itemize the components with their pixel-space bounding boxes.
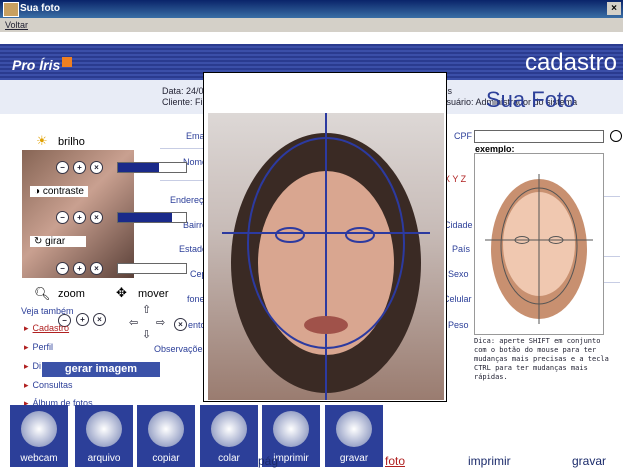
colar-label: colar bbox=[218, 453, 240, 464]
webcam-label: webcam bbox=[20, 453, 58, 464]
app-icon bbox=[3, 2, 19, 17]
arquivo-button[interactable]: arquivo bbox=[75, 405, 133, 467]
sidebar-item-consultas[interactable]: ▸ Consultas bbox=[24, 380, 73, 391]
contrast-icon: ◑ bbox=[34, 186, 41, 197]
sidebar-item-perfil[interactable]: ▸ Perfil bbox=[24, 342, 53, 353]
zoom-reset-button[interactable]: × bbox=[93, 313, 106, 326]
label-cpf: CPF bbox=[454, 131, 472, 141]
move-right-icon[interactable]: ⇨ bbox=[156, 316, 165, 329]
gravar-label: gravar bbox=[339, 453, 369, 464]
brilho-minus-button[interactable]: − bbox=[56, 161, 69, 174]
copiar-button[interactable]: copiar bbox=[137, 405, 195, 467]
label-cidade: Cidade bbox=[444, 220, 473, 230]
label-peso: Peso bbox=[448, 320, 469, 330]
floppy-disk-icon bbox=[86, 411, 122, 447]
label-pais: País bbox=[452, 244, 471, 254]
divider bbox=[604, 282, 620, 283]
arquivo-label: arquivo bbox=[87, 453, 121, 464]
colar-button[interactable]: colar bbox=[200, 405, 258, 467]
menubar: Voltar bbox=[0, 18, 623, 32]
user-photo[interactable] bbox=[208, 101, 444, 400]
webcam-icon bbox=[21, 411, 57, 447]
girar-plus-button[interactable]: + bbox=[73, 262, 86, 275]
logo: Pro Íris bbox=[12, 57, 73, 73]
menu-voltar[interactable]: Voltar bbox=[5, 20, 28, 30]
face-photo-overlay bbox=[222, 101, 430, 400]
example-photo bbox=[474, 153, 604, 335]
move-up-icon[interactable]: ⇧ bbox=[142, 303, 151, 316]
header-gap bbox=[0, 32, 623, 44]
image-preview bbox=[22, 130, 134, 278]
xyz-label: X Y Z bbox=[444, 174, 467, 184]
sidebar-item-cadastro[interactable]: ▸ Cadastro bbox=[24, 323, 69, 334]
girar-label-box: ↻ girar bbox=[30, 236, 86, 247]
paste-icon bbox=[211, 411, 247, 447]
move-down-icon[interactable]: ⇩ bbox=[142, 328, 151, 341]
dica-text: Dica: aperte SHIFT em conjunto com o bot… bbox=[474, 337, 609, 381]
brilho-reset-button[interactable]: × bbox=[90, 161, 103, 174]
copy-icon bbox=[148, 411, 184, 447]
nav-foto[interactable]: foto bbox=[385, 454, 405, 468]
photo-title: Sua Foto bbox=[486, 87, 576, 112]
zoom-plus-button[interactable]: + bbox=[76, 313, 89, 326]
move-icon: ✥ bbox=[116, 285, 127, 300]
divider bbox=[160, 180, 205, 181]
divider bbox=[160, 148, 205, 149]
info-left: Data: 24/0 Cliente: Fi bbox=[162, 86, 204, 107]
copiar-label: copiar bbox=[152, 453, 180, 464]
cpf-input[interactable] bbox=[474, 130, 604, 143]
window-titlebar: Sua foto × bbox=[0, 0, 623, 18]
contraste-reset-button[interactable]: × bbox=[90, 211, 103, 224]
contraste-slider-fill bbox=[118, 213, 173, 222]
window-title: Sua foto bbox=[20, 3, 60, 14]
webcam-button[interactable]: webcam bbox=[10, 405, 68, 467]
contraste-minus-button[interactable]: − bbox=[56, 211, 69, 224]
contraste-label-box: ◑ contraste bbox=[30, 186, 88, 197]
nav-pag[interactable]: pág bbox=[258, 454, 278, 468]
label-sexo: Sexo bbox=[448, 269, 469, 279]
divider bbox=[604, 196, 620, 197]
rotate-icon: ↻ bbox=[34, 236, 43, 247]
divider bbox=[604, 256, 620, 257]
sun-icon: ☀ bbox=[36, 133, 48, 148]
mover-label: mover bbox=[138, 288, 169, 300]
cd-icon bbox=[336, 411, 372, 447]
label-observacoes: Observações bbox=[154, 344, 208, 354]
contraste-plus-button[interactable]: + bbox=[73, 211, 86, 224]
girar-label: girar bbox=[45, 236, 66, 247]
brilho-slider[interactable] bbox=[117, 162, 187, 173]
label-fone: fone bbox=[187, 294, 205, 304]
nav-gravar[interactable]: gravar bbox=[572, 454, 606, 468]
label-celular: Celular bbox=[443, 294, 472, 304]
sidebar-item-di[interactable]: ▸ Di bbox=[24, 361, 41, 372]
zoom-icon: 🔍︎ bbox=[34, 286, 51, 301]
close-icon[interactable]: × bbox=[607, 2, 621, 15]
brilho-slider-fill bbox=[118, 163, 159, 172]
move-reset-button[interactable]: × bbox=[174, 318, 187, 331]
printer-icon bbox=[273, 411, 309, 447]
contraste-slider[interactable] bbox=[117, 212, 187, 223]
contraste-label: contraste bbox=[42, 186, 84, 197]
brilho-label: brilho bbox=[58, 136, 85, 148]
brilho-plus-button[interactable]: + bbox=[73, 161, 86, 174]
girar-slider[interactable] bbox=[117, 263, 187, 274]
gravar-button[interactable]: gravar bbox=[325, 405, 383, 467]
zoom-label: zoom bbox=[58, 288, 85, 300]
nav-imprimir[interactable]: imprimir bbox=[468, 454, 511, 468]
move-left-icon[interactable]: ⇦ bbox=[129, 316, 138, 329]
gerar-imagem-button[interactable]: gerar imagem bbox=[42, 362, 160, 377]
example-face-overlay bbox=[485, 174, 593, 324]
girar-minus-button[interactable]: − bbox=[56, 262, 69, 275]
girar-reset-button[interactable]: × bbox=[90, 262, 103, 275]
search-icon[interactable] bbox=[610, 130, 622, 142]
section-title: cadastro bbox=[524, 49, 617, 76]
